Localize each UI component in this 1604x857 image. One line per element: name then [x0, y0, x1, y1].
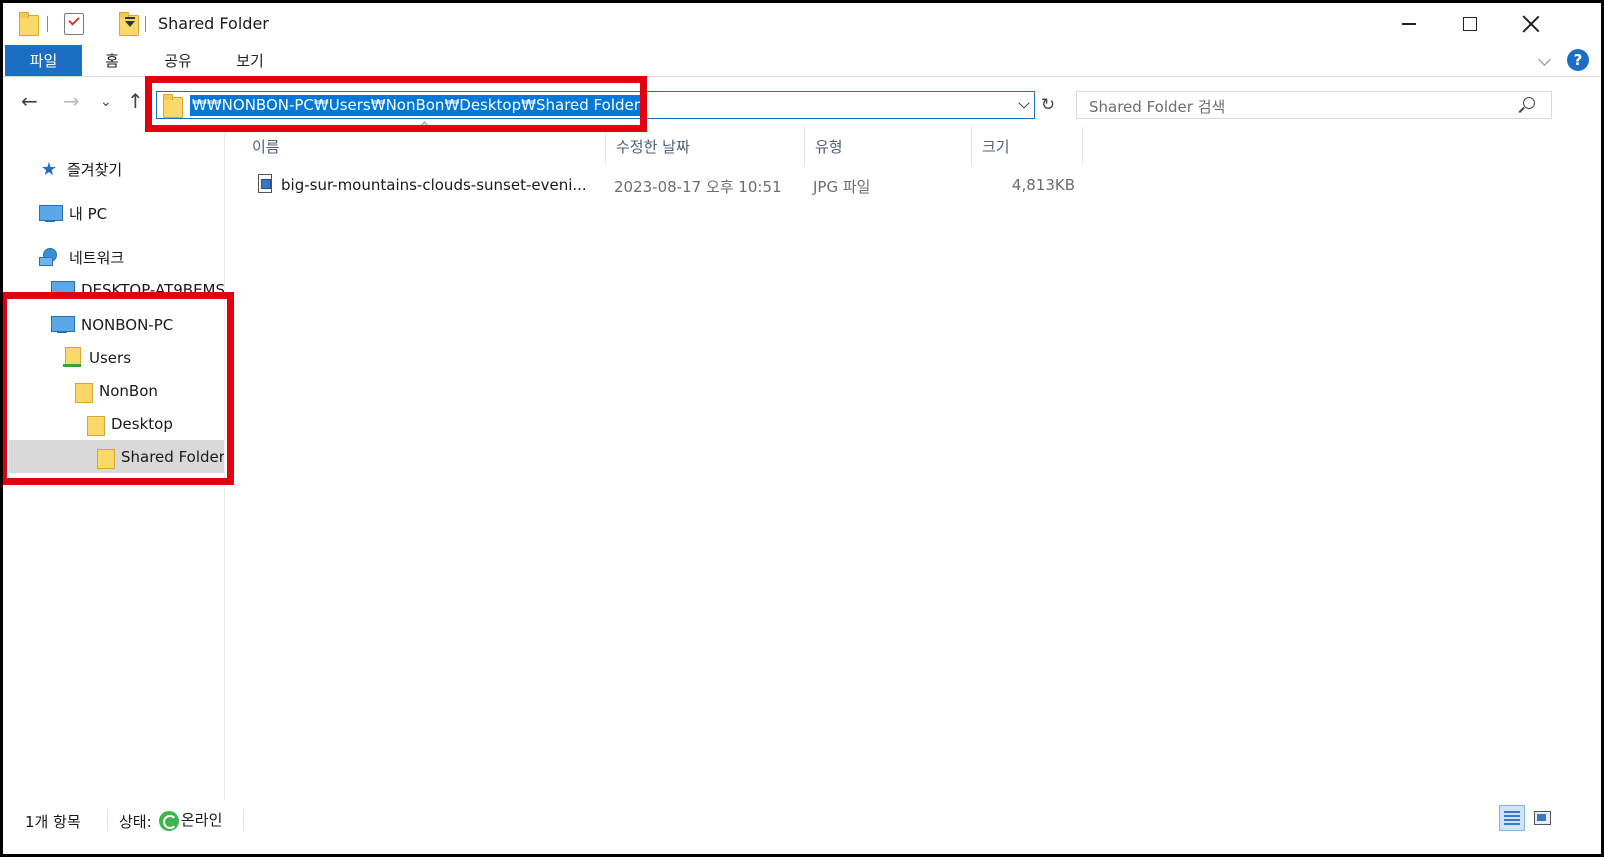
address-bar[interactable]: ₩₩NONBON-PC₩Users₩NonBon₩Desktop₩Shared … [156, 91, 1035, 119]
back-button[interactable]: ← [21, 91, 38, 111]
sidebar-item-this-pc[interactable]: 내 PC [39, 197, 107, 230]
file-date-modified: 2023-08-17 오후 10:51 [614, 178, 782, 196]
pc-icon [51, 280, 75, 299]
toolbar-separator [145, 16, 146, 32]
shared-folder-icon [63, 346, 81, 369]
table-row[interactable]: big-sur-mountains-clouds-sunset-eveni...… [251, 171, 1087, 201]
sidebar-item-desktop[interactable]: Desktop [87, 407, 173, 440]
sidebar-item-label: NONBON-PC [81, 315, 174, 334]
navigation-pane: ★ 즐겨찾기 내 PC 네트워크 DESKTOP-AT9BEMS NONBON-… [3, 127, 225, 800]
minimize-button[interactable] [1378, 3, 1440, 45]
column-header-size[interactable]: 크기 [972, 127, 1083, 165]
address-dropdown-icon[interactable] [1018, 97, 1030, 109]
tab-share[interactable]: 공유 [153, 45, 203, 76]
maximize-button[interactable] [1439, 3, 1501, 45]
sidebar-item-label: NonBon [99, 381, 158, 400]
toolbar-separator [47, 16, 48, 32]
file-size: 4,813KB [1011, 176, 1075, 194]
details-view-icon [1504, 811, 1520, 825]
status-separator [107, 809, 108, 831]
sidebar-item-nonbon-pc[interactable]: NONBON-PC [51, 308, 173, 341]
close-icon [1522, 15, 1540, 33]
sidebar-item-label: Desktop [111, 414, 173, 433]
folder-icon [19, 12, 39, 36]
sidebar-item-label: DESKTOP-AT9BEMS [81, 280, 225, 299]
large-icons-view-icon [1533, 811, 1551, 825]
file-name: big-sur-mountains-clouds-sunset-eveni... [281, 176, 587, 194]
sidebar-item-label: Users [89, 348, 132, 367]
refresh-button[interactable]: ↻ [1037, 94, 1059, 116]
sidebar-item-label: Shared Folder [121, 447, 225, 466]
window-title: Shared Folder [158, 14, 269, 33]
recent-locations-button[interactable]: ⌄ [100, 95, 112, 109]
forward-button[interactable]: → [63, 91, 80, 111]
pc-icon [39, 204, 63, 223]
minimize-icon [1402, 23, 1416, 25]
details-view-button[interactable] [1499, 805, 1525, 831]
network-icon [39, 247, 61, 268]
column-header-date-modified[interactable]: 수정한 날짜 [606, 127, 805, 165]
address-input[interactable]: ₩₩NONBON-PC₩Users₩NonBon₩Desktop₩Shared … [190, 95, 642, 116]
folder-icon [75, 381, 93, 403]
sidebar-item-shared-folder[interactable]: Shared Folder [9, 440, 225, 473]
status-bar: 1개 항목 상태: 온라인 [3, 800, 1601, 840]
ribbon-tabs: 파일 홈 공유 보기 ? [3, 45, 1601, 77]
sync-online-icon [159, 810, 179, 831]
sidebar-item-label: 내 PC [69, 205, 108, 223]
file-explorer-window: Shared Folder 파일 홈 공유 보기 ? ← → ⌄ ↑ ₩₩NON… [3, 3, 1601, 854]
online-status-text: 온라인 [181, 811, 223, 829]
properties-check-icon[interactable] [64, 13, 84, 35]
tab-file[interactable]: 파일 [5, 45, 82, 76]
search-input[interactable]: Shared Folder 검색 [1089, 96, 1225, 117]
column-header-name[interactable]: 이름 [242, 127, 606, 165]
star-icon: ★ [40, 159, 58, 180]
address-folder-icon [163, 94, 183, 118]
folder-icon [97, 447, 115, 469]
navigation-bar: ← → ⌄ ↑ ₩₩NONBON-PC₩Users₩NonBon₩Desktop… [3, 77, 1601, 127]
sidebar-item-label: 즐겨찾기 [67, 161, 123, 179]
tab-view[interactable]: 보기 [225, 45, 275, 76]
search-icon[interactable] [1523, 97, 1535, 109]
sidebar-item-network[interactable]: 네트워크 [39, 241, 124, 274]
sidebar-item-nonbon[interactable]: NonBon [75, 374, 158, 407]
status-separator [243, 809, 244, 831]
sidebar-item-desktop-pc[interactable]: DESKTOP-AT9BEMS [51, 273, 225, 306]
help-icon[interactable]: ? [1567, 49, 1589, 71]
maximize-icon [1463, 17, 1477, 31]
online-status: 온라인 [159, 809, 222, 831]
title-bar: Shared Folder [3, 3, 1601, 45]
sidebar-item-favorites[interactable]: ★ 즐겨찾기 [39, 153, 122, 186]
search-box[interactable]: Shared Folder 검색 [1076, 91, 1552, 119]
up-button[interactable]: ↑ [127, 91, 144, 111]
column-header-type[interactable]: 유형 [805, 127, 972, 165]
customize-toolbar-icon[interactable] [125, 17, 135, 27]
pc-icon [51, 315, 75, 334]
sidebar-item-label: 네트워크 [69, 249, 125, 267]
tab-home[interactable]: 홈 [87, 45, 137, 76]
close-button[interactable] [1500, 3, 1562, 45]
jpg-file-icon [258, 174, 272, 193]
expand-ribbon-chevron-icon[interactable] [1538, 53, 1551, 66]
file-type: JPG 파일 [813, 178, 871, 196]
status-label: 상태: [119, 813, 152, 831]
large-icons-view-button[interactable] [1529, 805, 1555, 831]
folder-icon [87, 414, 105, 436]
item-count: 1개 항목 [25, 813, 81, 831]
sidebar-item-users[interactable]: Users [63, 341, 131, 374]
